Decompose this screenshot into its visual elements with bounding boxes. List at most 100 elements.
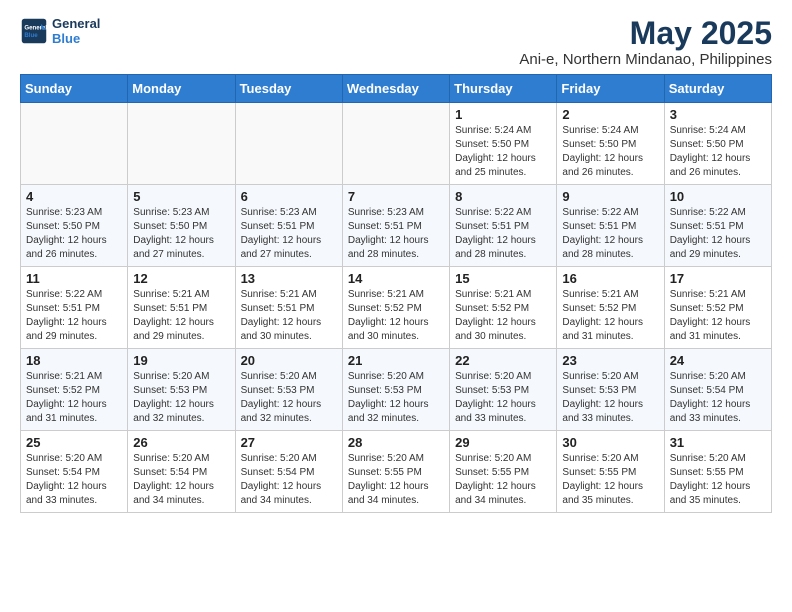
day-info: Sunrise: 5:20 AM Sunset: 5:53 PM Dayligh… bbox=[455, 370, 551, 426]
day-info: Sunrise: 5:24 AM Sunset: 5:50 PM Dayligh… bbox=[562, 124, 658, 180]
calendar-cell: 11 Sunrise: 5:22 AM Sunset: 5:51 PM Dayli… bbox=[21, 267, 128, 349]
calendar-cell: 21 Sunrise: 5:20 AM Sunset: 5:53 PM Dayli… bbox=[342, 349, 449, 431]
week-row: 1 Sunrise: 5:24 AM Sunset: 5:50 PM Daylig… bbox=[21, 103, 772, 185]
calendar-cell: 6Sunrise: 5:23 AM Sunset: 5:51 PM Daylig… bbox=[235, 185, 342, 267]
calendar-cell bbox=[235, 103, 342, 185]
day-info: Sunrise: 5:22 AM Sunset: 5:51 PM Dayligh… bbox=[670, 206, 766, 262]
day-info: Sunrise: 5:24 AM Sunset: 5:50 PM Dayligh… bbox=[670, 124, 766, 180]
calendar-cell: 14 Sunrise: 5:21 AM Sunset: 5:52 PM Dayli… bbox=[342, 267, 449, 349]
page-header: General Blue General Blue May 2025 Ani-e… bbox=[20, 16, 772, 68]
day-info: Sunrise: 5:22 AM Sunset: 5:51 PM Dayligh… bbox=[455, 206, 551, 262]
day-number: 18 bbox=[26, 353, 122, 368]
day-number: 27 bbox=[241, 435, 337, 450]
title-block: May 2025 Ani-e, Northern Mindanao, Phili… bbox=[519, 16, 772, 68]
calendar-cell: 27Sunrise: 5:20 AM Sunset: 5:54 PM Dayli… bbox=[235, 431, 342, 513]
day-number: 25 bbox=[26, 435, 122, 450]
day-info: Sunrise: 5:20 AM Sunset: 5:54 PM Dayligh… bbox=[26, 452, 122, 508]
day-number: 16 bbox=[562, 271, 658, 286]
day-number: 2 bbox=[562, 107, 658, 122]
day-info: Sunrise: 5:22 AM Sunset: 5:51 PM Dayligh… bbox=[26, 288, 122, 344]
calendar-cell: 29Sunrise: 5:20 AM Sunset: 5:55 PM Dayli… bbox=[450, 431, 557, 513]
day-info: Sunrise: 5:21 AM Sunset: 5:51 PM Dayligh… bbox=[133, 288, 229, 344]
day-info: Sunrise: 5:23 AM Sunset: 5:51 PM Dayligh… bbox=[348, 206, 444, 262]
calendar-cell: 23Sunrise: 5:20 AM Sunset: 5:53 PM Dayli… bbox=[557, 349, 664, 431]
day-number: 20 bbox=[241, 353, 337, 368]
day-info: Sunrise: 5:20 AM Sunset: 5:55 PM Dayligh… bbox=[562, 452, 658, 508]
day-header-thursday: Thursday bbox=[450, 75, 557, 103]
day-header-sunday: Sunday bbox=[21, 75, 128, 103]
day-info: Sunrise: 5:21 AM Sunset: 5:52 PM Dayligh… bbox=[348, 288, 444, 344]
day-info: Sunrise: 5:23 AM Sunset: 5:51 PM Dayligh… bbox=[241, 206, 337, 262]
day-number: 9 bbox=[562, 189, 658, 204]
calendar-cell: 26Sunrise: 5:20 AM Sunset: 5:54 PM Dayli… bbox=[128, 431, 235, 513]
day-number: 11 bbox=[26, 271, 122, 286]
day-number: 3 bbox=[670, 107, 766, 122]
calendar-cell: 9 Sunrise: 5:22 AM Sunset: 5:51 PM Daylig… bbox=[557, 185, 664, 267]
calendar-cell: 19 Sunrise: 5:20 AM Sunset: 5:53 PM Dayli… bbox=[128, 349, 235, 431]
day-info: Sunrise: 5:20 AM Sunset: 5:55 PM Dayligh… bbox=[455, 452, 551, 508]
day-info: Sunrise: 5:20 AM Sunset: 5:53 PM Dayligh… bbox=[562, 370, 658, 426]
week-row: 18Sunrise: 5:21 AM Sunset: 5:52 PM Dayli… bbox=[21, 349, 772, 431]
day-number: 13 bbox=[241, 271, 337, 286]
calendar-cell bbox=[21, 103, 128, 185]
day-info: Sunrise: 5:23 AM Sunset: 5:50 PM Dayligh… bbox=[26, 206, 122, 262]
day-info: Sunrise: 5:20 AM Sunset: 5:55 PM Dayligh… bbox=[670, 452, 766, 508]
week-row: 25 Sunrise: 5:20 AM Sunset: 5:54 PM Dayli… bbox=[21, 431, 772, 513]
calendar-cell: 18Sunrise: 5:21 AM Sunset: 5:52 PM Dayli… bbox=[21, 349, 128, 431]
calendar-cell bbox=[342, 103, 449, 185]
day-number: 22 bbox=[455, 353, 551, 368]
day-number: 1 bbox=[455, 107, 551, 122]
calendar-cell: 17 Sunrise: 5:21 AM Sunset: 5:52 PM Dayli… bbox=[664, 267, 771, 349]
calendar-cell: 28Sunrise: 5:20 AM Sunset: 5:55 PM Dayli… bbox=[342, 431, 449, 513]
day-header-wednesday: Wednesday bbox=[342, 75, 449, 103]
calendar-cell: 16 Sunrise: 5:21 AM Sunset: 5:52 PM Dayli… bbox=[557, 267, 664, 349]
logo: General Blue General Blue bbox=[20, 16, 100, 46]
week-row: 11 Sunrise: 5:22 AM Sunset: 5:51 PM Dayli… bbox=[21, 267, 772, 349]
day-number: 24 bbox=[670, 353, 766, 368]
day-number: 31 bbox=[670, 435, 766, 450]
logo-icon: General Blue bbox=[20, 17, 48, 45]
calendar-cell: 7 Sunrise: 5:23 AM Sunset: 5:51 PM Daylig… bbox=[342, 185, 449, 267]
calendar-cell: 1 Sunrise: 5:24 AM Sunset: 5:50 PM Daylig… bbox=[450, 103, 557, 185]
day-number: 8 bbox=[455, 189, 551, 204]
day-number: 19 bbox=[133, 353, 229, 368]
calendar-cell: 2 Sunrise: 5:24 AM Sunset: 5:50 PM Daylig… bbox=[557, 103, 664, 185]
logo-line1: General bbox=[52, 16, 100, 31]
calendar-cell: 20 Sunrise: 5:20 AM Sunset: 5:53 PM Dayli… bbox=[235, 349, 342, 431]
day-info: Sunrise: 5:20 AM Sunset: 5:54 PM Dayligh… bbox=[670, 370, 766, 426]
svg-text:Blue: Blue bbox=[24, 32, 38, 39]
day-info: Sunrise: 5:20 AM Sunset: 5:54 PM Dayligh… bbox=[133, 452, 229, 508]
calendar-cell: 4 Sunrise: 5:23 AM Sunset: 5:50 PM Daylig… bbox=[21, 185, 128, 267]
day-number: 28 bbox=[348, 435, 444, 450]
day-number: 30 bbox=[562, 435, 658, 450]
day-header-saturday: Saturday bbox=[664, 75, 771, 103]
day-info: Sunrise: 5:21 AM Sunset: 5:52 PM Dayligh… bbox=[562, 288, 658, 344]
logo-line2: Blue bbox=[52, 31, 100, 46]
calendar-cell: 12 Sunrise: 5:21 AM Sunset: 5:51 PM Dayli… bbox=[128, 267, 235, 349]
day-header-friday: Friday bbox=[557, 75, 664, 103]
day-number: 17 bbox=[670, 271, 766, 286]
day-info: Sunrise: 5:20 AM Sunset: 5:53 PM Dayligh… bbox=[348, 370, 444, 426]
day-number: 4 bbox=[26, 189, 122, 204]
calendar-cell: 8 Sunrise: 5:22 AM Sunset: 5:51 PM Daylig… bbox=[450, 185, 557, 267]
calendar-table: SundayMondayTuesdayWednesdayThursdayFrid… bbox=[20, 74, 772, 513]
calendar-cell: 24 Sunrise: 5:20 AM Sunset: 5:54 PM Dayli… bbox=[664, 349, 771, 431]
calendar-cell: 31 Sunrise: 5:20 AM Sunset: 5:55 PM Dayli… bbox=[664, 431, 771, 513]
calendar-cell bbox=[128, 103, 235, 185]
day-info: Sunrise: 5:20 AM Sunset: 5:53 PM Dayligh… bbox=[133, 370, 229, 426]
day-number: 14 bbox=[348, 271, 444, 286]
day-number: 21 bbox=[348, 353, 444, 368]
day-info: Sunrise: 5:21 AM Sunset: 5:52 PM Dayligh… bbox=[670, 288, 766, 344]
page-title: May 2025 bbox=[519, 16, 772, 51]
day-number: 12 bbox=[133, 271, 229, 286]
day-header-tuesday: Tuesday bbox=[235, 75, 342, 103]
calendar-cell: 30 Sunrise: 5:20 AM Sunset: 5:55 PM Dayli… bbox=[557, 431, 664, 513]
day-info: Sunrise: 5:20 AM Sunset: 5:53 PM Dayligh… bbox=[241, 370, 337, 426]
page-subtitle: Ani-e, Northern Mindanao, Philippines bbox=[519, 51, 772, 68]
day-number: 7 bbox=[348, 189, 444, 204]
day-info: Sunrise: 5:24 AM Sunset: 5:50 PM Dayligh… bbox=[455, 124, 551, 180]
day-info: Sunrise: 5:21 AM Sunset: 5:52 PM Dayligh… bbox=[455, 288, 551, 344]
day-info: Sunrise: 5:22 AM Sunset: 5:51 PM Dayligh… bbox=[562, 206, 658, 262]
calendar-cell: 25 Sunrise: 5:20 AM Sunset: 5:54 PM Dayli… bbox=[21, 431, 128, 513]
day-number: 10 bbox=[670, 189, 766, 204]
